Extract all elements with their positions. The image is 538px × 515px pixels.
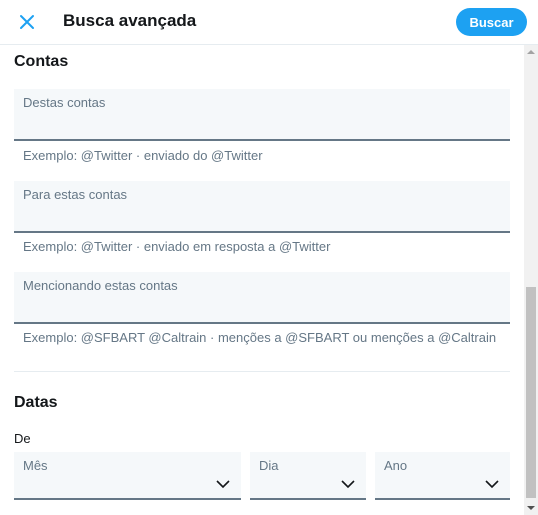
chevron-down-icon bbox=[485, 480, 499, 489]
chevron-down-icon bbox=[341, 480, 355, 489]
scroll-up-arrow-icon[interactable] bbox=[524, 45, 538, 59]
field-label: Mencionando estas contas bbox=[23, 278, 178, 293]
year-select[interactable]: Ano bbox=[375, 452, 510, 500]
from-accounts-input[interactable]: Destas contas bbox=[14, 89, 510, 141]
select-label: Dia bbox=[259, 458, 279, 473]
section-divider bbox=[14, 371, 510, 372]
field-hint: Exemplo: @Twitter · enviado do @Twitter bbox=[23, 148, 263, 163]
chevron-down-icon bbox=[216, 480, 230, 489]
accounts-section-title: Contas bbox=[14, 53, 69, 70]
dates-section-title: Datas bbox=[14, 394, 58, 411]
search-form: Contas Destas contas Exemplo: @Twitter ·… bbox=[0, 45, 524, 515]
field-hint: Exemplo: @Twitter · enviado em resposta … bbox=[23, 239, 331, 254]
mentioning-accounts-input[interactable]: Mencionando estas contas bbox=[14, 272, 510, 324]
from-date-label: De bbox=[14, 431, 31, 446]
search-button[interactable]: Buscar bbox=[456, 8, 527, 36]
close-x-icon bbox=[20, 15, 34, 29]
modal-header: Busca avançada Buscar bbox=[0, 0, 538, 45]
scroll-down-arrow-icon[interactable] bbox=[524, 501, 538, 515]
day-select[interactable]: Dia bbox=[250, 452, 366, 500]
vertical-scrollbar[interactable] bbox=[524, 45, 538, 515]
select-label: Ano bbox=[384, 458, 408, 473]
page-title: Busca avançada bbox=[63, 11, 197, 30]
month-select[interactable]: Mês bbox=[14, 452, 241, 500]
field-hint: Exemplo: @SFBART @Caltrain · menções a @… bbox=[23, 330, 497, 345]
scrollbar-thumb[interactable] bbox=[526, 287, 536, 498]
field-label: Para estas contas bbox=[23, 187, 128, 202]
field-label: Destas contas bbox=[23, 95, 106, 110]
close-button[interactable] bbox=[12, 7, 42, 37]
select-label: Mês bbox=[23, 458, 48, 473]
to-accounts-input[interactable]: Para estas contas bbox=[14, 181, 510, 233]
